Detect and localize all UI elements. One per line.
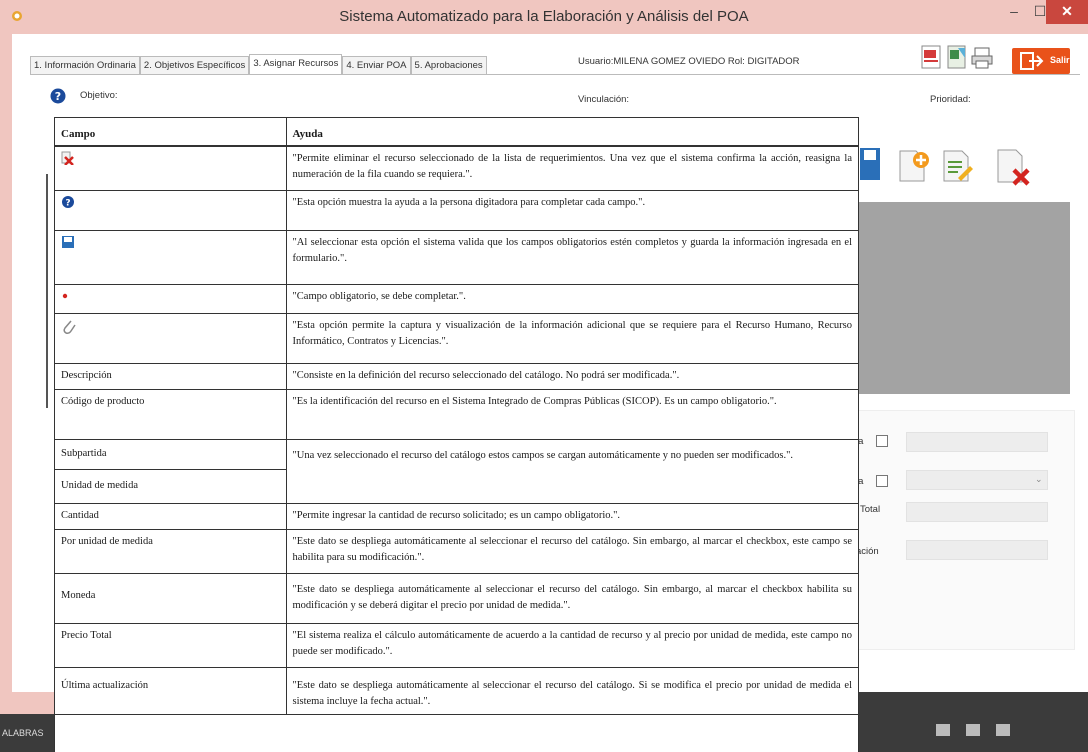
pdf-icon[interactable] [920,44,944,70]
help-row-delete: "Permite eliminar el recurso seleccionad… [55,146,858,191]
help-row-text: "Al seleccionar esta opción el sistema v… [286,230,858,285]
panel-left-border [46,174,48,408]
help-row-cantidad: Cantidad "Permite ingresar la cantidad d… [55,503,858,530]
help-row-text: "Este dato se despliega automáticamente … [286,573,858,624]
unidad-medida-label: Unidad de medida [61,479,138,491]
currency-dropdown[interactable]: ⌄ [906,470,1048,490]
help-row-field: Por unidad de medida [55,529,287,574]
add-document-icon[interactable] [896,148,932,184]
save-icon[interactable] [858,146,884,182]
field-label-3: Total [860,504,881,515]
help-row-text: "Permite eliminar el recurso seleccionad… [286,146,858,191]
help-row-text: "El sistema realiza el cálculo automátic… [286,623,858,668]
help-row-codigo: Código de producto "Es la identificación… [55,389,858,440]
help-row-field [55,230,287,285]
help-row-text: "Una vez seleccionado el recurso del cat… [286,439,858,504]
help-row-save: "Al seleccionar esta opción el sistema v… [55,230,858,285]
help-icon: ? [62,195,74,208]
help-row-help: ? "Esta opción muestra la ayuda a la per… [55,190,858,231]
help-table: Campo Ayuda "Permite eliminar el recurso… [55,118,858,715]
help-row-moneda: Moneda "Este dato se despliega automátic… [55,573,858,624]
help-popup: Campo Ayuda "Permite eliminar el recurso… [54,117,859,752]
help-row-text: "Esta opción permite la captura y visual… [286,313,858,364]
tab-aprobaciones[interactable]: 5. Aprobaciones [410,56,487,75]
chevron-down-icon: ⌄ [1035,474,1043,484]
print-icon[interactable] [970,46,994,70]
tab-enviar-poa[interactable]: 4. Enviar POA [342,56,411,75]
help-row-text: "Consiste en la definición del recurso s… [286,363,858,390]
col-campo-header: Campo [55,118,287,147]
tab-objetivos-especificos[interactable]: 2. Objetivos Específicos [139,56,250,75]
help-icon[interactable]: ? [50,88,66,104]
tray-icon-3[interactable] [996,724,1010,736]
edit-price-checkbox[interactable] [876,435,888,447]
help-row-attach: "Esta opción permite la captura y visual… [55,313,858,364]
objective-label: Objetivo: [80,90,118,101]
delete-icon [61,151,74,165]
tray-icon-1[interactable] [936,724,950,736]
taskbar-label: ALABRAS [2,728,44,738]
priority-label: Prioridad: [930,94,971,105]
last-update-field [906,540,1048,560]
user-info: Usuario:MILENA GOMEZ OVIEDO Rol: DIGITAD… [578,56,800,67]
help-row-descripcion: Descripción "Consiste en la definición d… [55,363,858,390]
help-row-field: Subpartida Unidad de medida [55,439,287,504]
total-price-field [906,502,1048,522]
edit-currency-checkbox[interactable] [876,475,888,487]
save-icon [62,235,74,248]
help-row-field: Precio Total [55,623,287,668]
field-label-4: ación [856,546,879,557]
svg-text:?: ? [65,198,70,208]
window-left-edge [0,34,12,692]
help-row-text: "Este dato se despliega automáticamente … [286,667,858,715]
help-row-text: "Esta opción muestra la ayuda a la perso… [286,190,858,231]
svg-text:?: ? [55,90,61,103]
help-row-field: Descripción [55,363,287,390]
help-row-field [55,284,287,314]
help-row-text: "Campo obligatorio, se debe completar.". [286,284,858,314]
subpartida-label: Subpartida [55,440,286,470]
delete-document-icon[interactable] [994,148,1034,186]
help-row-por-unidad: Por unidad de medida "Este dato se despl… [55,529,858,574]
tab-strip: 1. Información Ordinaria 2. Objetivos Es… [30,54,487,75]
help-row-required: "Campo obligatorio, se debe completar.". [55,284,858,314]
tray-icon-2[interactable] [966,724,980,736]
tab-asignar-recursos[interactable]: 3. Asignar Recursos [249,54,343,75]
help-row-field: Cantidad [55,503,287,530]
help-row-text: "Permite ingresar la cantidad de recurso… [286,503,858,530]
edit-document-icon[interactable] [940,148,976,184]
exit-label: Salir [1050,55,1070,65]
paperclip-icon [63,320,76,334]
help-row-subpartida: Subpartida Unidad de medida "Una vez sel… [55,439,858,504]
help-row-field [55,313,287,364]
help-row-precio-total: Precio Total "El sistema realiza el cálc… [55,623,858,668]
linkage-label: Vinculación: [578,94,630,105]
help-row-field [55,146,287,191]
resource-grid-area[interactable] [850,202,1070,394]
unit-price-field[interactable] [906,432,1048,452]
excel-icon[interactable] [946,44,968,70]
help-row-field: Código de producto [55,389,287,440]
help-row-field: Última actualización [55,667,287,715]
window-title: Sistema Automatizado para la Elaboración… [339,8,749,25]
col-ayuda-header: Ayuda [286,118,858,147]
help-row-ultima: Última actualización "Este dato se despl… [55,667,858,715]
app-window: Sistema Automatizado para la Elaboración… [0,0,1088,752]
help-row-field: ? [55,190,287,231]
exit-button[interactable]: Salir [1012,48,1070,74]
help-row-text: "Este dato se despliega automáticamente … [286,529,858,574]
title-bar: Sistema Automatizado para la Elaboración… [0,0,1088,34]
help-row-text: "Es la identificación del recurso en el … [286,389,858,440]
tab-divider [30,74,1080,75]
close-button[interactable]: ✕ [1046,0,1088,24]
tab-informacion-ordinaria[interactable]: 1. Información Ordinaria [30,56,140,75]
exit-icon [1020,52,1044,70]
required-asterisk-icon [62,293,68,298]
help-row-field: Moneda [55,573,287,624]
help-table-header: Campo Ayuda [55,118,858,147]
